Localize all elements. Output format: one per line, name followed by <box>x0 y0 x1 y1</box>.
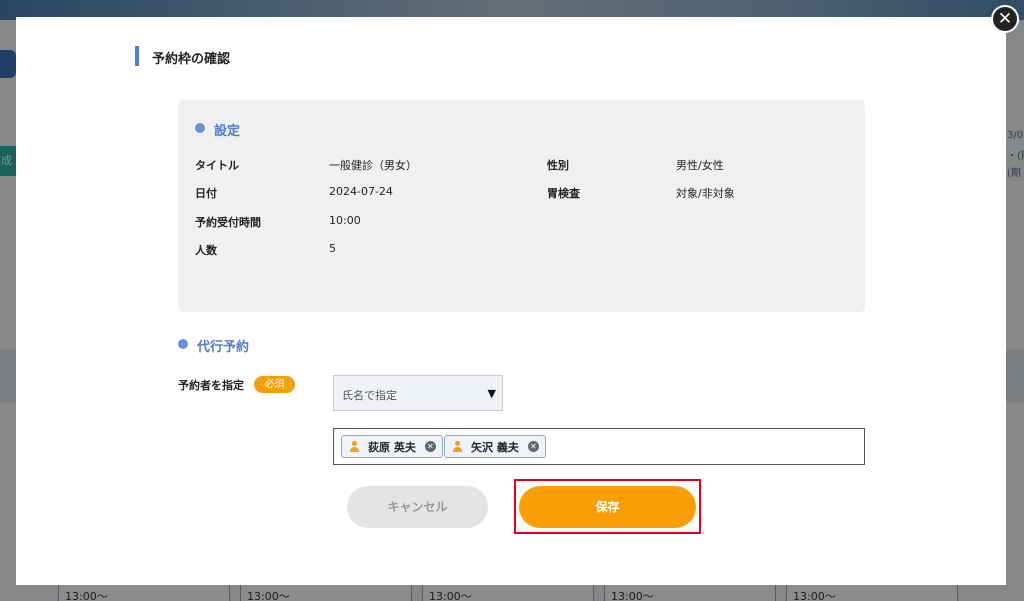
booker-name-select[interactable]: 氏名で指定 ▼ <box>333 375 503 411</box>
booker-tag: 矢沢 義夫 ✕ <box>444 435 546 458</box>
selected-bookers-box[interactable]: 荻原 英夫 ✕ 矢沢 義夫 ✕ <box>333 428 865 465</box>
proxy-booking-heading: 代行予約 <box>197 340 250 355</box>
settings-panel <box>178 100 865 312</box>
field-value-capacity: 5 <box>329 242 336 255</box>
modal-title: 予約枠の確認 <box>152 52 231 67</box>
close-icon[interactable]: ✕ <box>991 5 1019 33</box>
specify-booker-label: 予約者を指定 <box>178 379 244 392</box>
select-placeholder: 氏名で指定 <box>342 389 397 402</box>
required-badge: 必須 <box>254 376 295 393</box>
save-button[interactable]: 保存 <box>519 486 696 528</box>
field-label-capacity: 人数 <box>195 244 217 257</box>
field-value-date: 2024-07-24 <box>329 185 393 198</box>
user-icon <box>348 440 361 453</box>
field-label-title: タイトル <box>195 159 239 172</box>
field-label-date: 日付 <box>195 187 217 200</box>
booker-tag-name: 矢沢 義夫 <box>471 440 519 454</box>
caret-down-icon: ▼ <box>487 387 496 400</box>
remove-tag-icon[interactable]: ✕ <box>424 441 436 452</box>
field-label-stomach-exam: 胃検査 <box>547 187 580 200</box>
booker-tag: 荻原 英夫 ✕ <box>341 435 443 458</box>
field-value-title: 一般健診（男女） <box>329 159 417 172</box>
field-value-stomach-exam: 対象/非対象 <box>676 187 735 200</box>
remove-tag-icon[interactable]: ✕ <box>527 441 539 452</box>
field-label-reception-time: 予約受付時間 <box>195 216 261 229</box>
user-icon <box>451 440 464 453</box>
field-value-gender: 男性/女性 <box>676 159 724 172</box>
settings-heading: 設定 <box>214 124 241 139</box>
bullet-icon <box>195 123 205 133</box>
bullet-icon <box>178 339 188 349</box>
field-value-reception-time: 10:00 <box>329 214 361 227</box>
field-label-gender: 性別 <box>547 159 569 172</box>
cancel-button[interactable]: キャンセル <box>347 486 488 528</box>
booker-tag-name: 荻原 英夫 <box>368 440 416 454</box>
title-accent-bar <box>135 46 139 66</box>
